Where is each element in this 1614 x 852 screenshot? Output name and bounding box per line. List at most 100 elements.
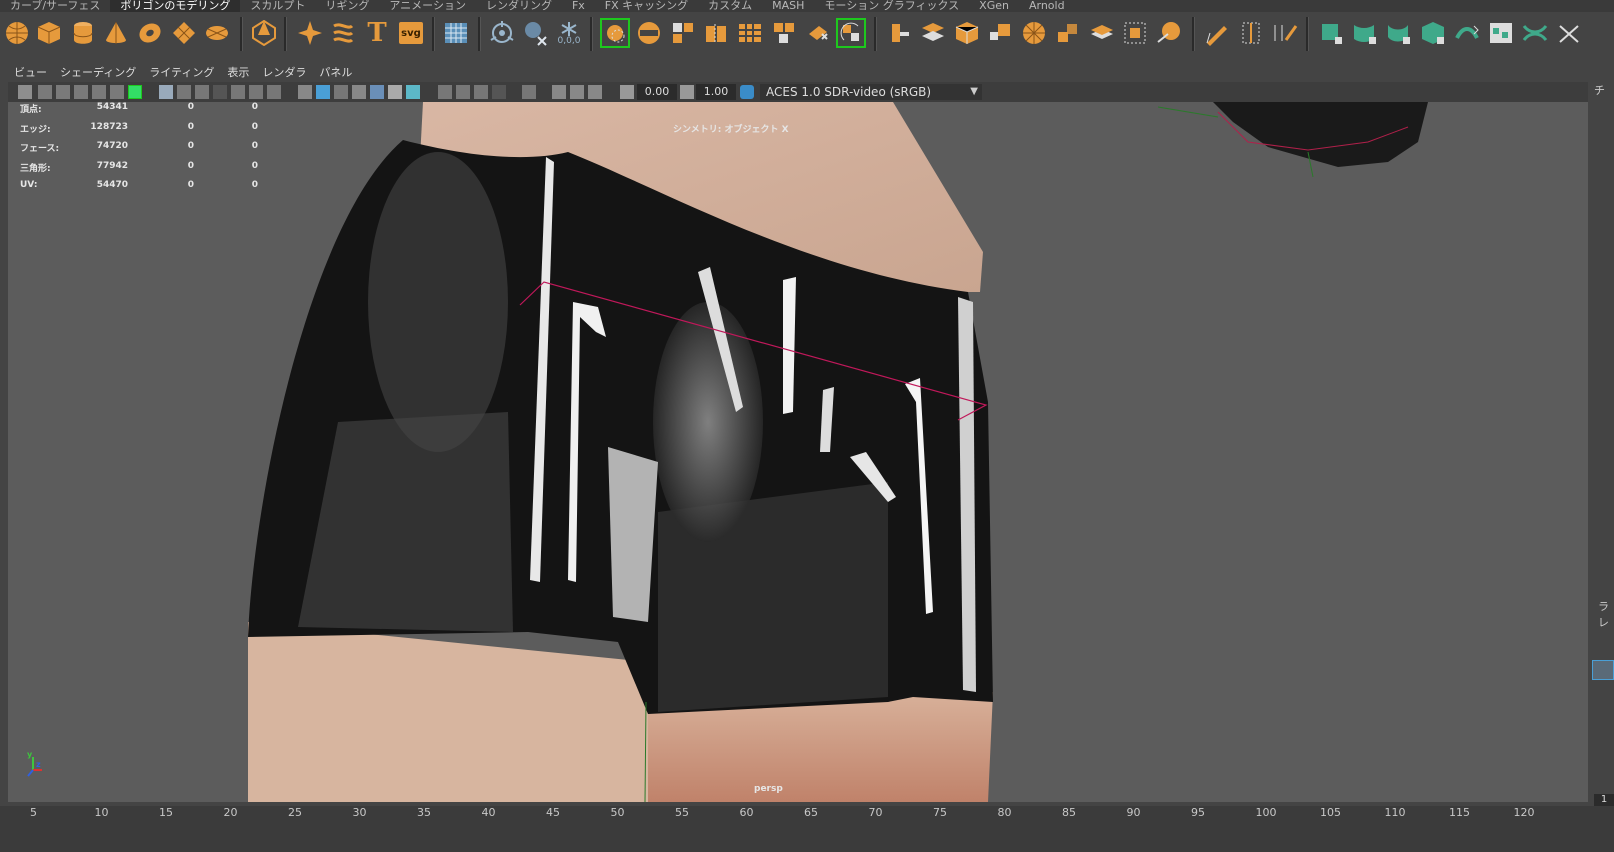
grid-icon[interactable] bbox=[441, 18, 471, 48]
collapse-icon[interactable] bbox=[1053, 18, 1083, 48]
bridge-icon[interactable] bbox=[918, 18, 948, 48]
camera-attributes-icon[interactable] bbox=[38, 85, 52, 99]
shelf-tab[interactable]: リギング bbox=[315, 0, 379, 12]
gamma-field[interactable]: 1.00 bbox=[696, 84, 736, 100]
shelf-tab[interactable]: FX キャッシング bbox=[595, 0, 698, 12]
shelf-tab[interactable]: アニメーション bbox=[379, 0, 476, 12]
safe-title-icon[interactable] bbox=[267, 85, 281, 99]
anti-aliasing-icon[interactable] bbox=[474, 85, 488, 99]
draw-icon[interactable] bbox=[128, 85, 142, 99]
image-plane-icon[interactable] bbox=[74, 85, 88, 99]
plane-icon[interactable] bbox=[169, 18, 199, 48]
panel-menu-item[interactable]: ビュー bbox=[8, 64, 54, 82]
multi-cut-icon[interactable] bbox=[1316, 18, 1346, 48]
shelf-tab[interactable]: レンダリング bbox=[476, 0, 562, 12]
helix-icon[interactable] bbox=[328, 18, 358, 48]
shelf-tab[interactable]: XGen bbox=[969, 0, 1019, 12]
attribute-toggle[interactable] bbox=[1592, 660, 1614, 680]
gate-mask-icon[interactable] bbox=[213, 85, 227, 99]
extract-icon[interactable] bbox=[701, 18, 731, 48]
shelf-tab[interactable]: スカルプト bbox=[240, 0, 315, 12]
uv-planar-icon[interactable] bbox=[1418, 18, 1448, 48]
wedge-icon[interactable] bbox=[1019, 18, 1049, 48]
lights-icon[interactable] bbox=[388, 85, 402, 99]
shelf-tab[interactable]: ポリゴンのモデリング bbox=[110, 0, 241, 12]
cone-icon[interactable] bbox=[101, 18, 131, 48]
xray-active-icon[interactable] bbox=[570, 85, 584, 99]
grease-pencil-icon[interactable] bbox=[110, 85, 124, 99]
panel-menu-item[interactable]: ライティング bbox=[143, 64, 221, 82]
grid-toggle-icon[interactable] bbox=[159, 85, 173, 99]
camera-icon[interactable] bbox=[18, 85, 32, 99]
mirror-icon[interactable] bbox=[769, 18, 799, 48]
star-icon[interactable] bbox=[295, 18, 325, 48]
cleanup-icon[interactable] bbox=[836, 18, 866, 48]
bevel-icon[interactable] bbox=[985, 18, 1015, 48]
uv-cut-icon[interactable] bbox=[1554, 18, 1584, 48]
textured-icon[interactable] bbox=[370, 85, 384, 99]
safe-action-icon[interactable] bbox=[249, 85, 263, 99]
disc-icon[interactable] bbox=[202, 18, 232, 48]
fill-hole-icon[interactable] bbox=[884, 18, 914, 48]
panel-menu-item[interactable]: パネル bbox=[313, 64, 359, 82]
shelf-tab[interactable]: MASH bbox=[762, 0, 814, 12]
sphere-icon[interactable] bbox=[2, 18, 32, 48]
snap-icon[interactable] bbox=[600, 18, 630, 48]
boolean-icon[interactable] bbox=[735, 18, 765, 48]
depth-of-field-icon[interactable] bbox=[492, 85, 506, 99]
text-t-icon[interactable]: T bbox=[362, 18, 392, 48]
wireframe-icon[interactable] bbox=[298, 85, 312, 99]
wireframe-on-shaded-icon[interactable] bbox=[352, 85, 366, 99]
motion-blur-icon[interactable] bbox=[456, 85, 470, 99]
gamma-icon[interactable] bbox=[680, 85, 694, 99]
crease-icon[interactable] bbox=[1154, 18, 1184, 48]
viewport-3d[interactable]: 頂点: 54341 0 0 エッジ: 128723 0 0 フェース: 74720 0 0 三角形: 77… bbox=[8, 102, 1588, 802]
shelf-tab[interactable]: Arnold bbox=[1019, 0, 1075, 12]
panel-menu-item[interactable]: レンダラ bbox=[256, 64, 313, 82]
combine-icon[interactable] bbox=[634, 18, 664, 48]
offset-icon[interactable] bbox=[1087, 18, 1117, 48]
isolate-select-icon[interactable] bbox=[522, 85, 536, 99]
shelf-tab[interactable]: モーション グラフィックス bbox=[814, 0, 969, 12]
cube-icon[interactable] bbox=[34, 18, 64, 48]
shelf-tab[interactable]: Fx bbox=[562, 0, 595, 12]
uv-cylinder-icon[interactable] bbox=[1452, 18, 1482, 48]
xray-icon[interactable] bbox=[552, 85, 566, 99]
smooth-mesh-icon[interactable] bbox=[1202, 18, 1232, 48]
platonic-icon[interactable] bbox=[249, 18, 279, 48]
color-space-dropdown[interactable]: ACES 1.0 SDR-video (sRGB) ▼ bbox=[760, 84, 982, 100]
uv-layout-icon[interactable] bbox=[1520, 18, 1550, 48]
resolution-gate-icon[interactable] bbox=[195, 85, 209, 99]
shelf-tab[interactable]: カスタム bbox=[698, 0, 762, 12]
2d-pan-icon[interactable] bbox=[92, 85, 106, 99]
bookmark-icon[interactable] bbox=[56, 85, 70, 99]
panel-menu-item[interactable]: シェーディング bbox=[54, 64, 143, 82]
shelf-tab[interactable]: カーブ/サーフェス bbox=[0, 0, 110, 12]
append-icon[interactable] bbox=[952, 18, 982, 48]
reduce-icon[interactable] bbox=[803, 18, 833, 48]
snowflake-icon[interactable]: 0,0,0 bbox=[554, 18, 584, 48]
film-gate-icon[interactable] bbox=[177, 85, 191, 99]
screen-space-ao-icon[interactable] bbox=[438, 85, 452, 99]
smooth-shade-icon[interactable] bbox=[316, 85, 330, 99]
pen-icon[interactable] bbox=[1384, 18, 1414, 48]
exposure-icon[interactable] bbox=[620, 85, 634, 99]
exposure-field[interactable]: 0.00 bbox=[637, 84, 677, 100]
cylinder-icon[interactable] bbox=[68, 18, 98, 48]
panel-menu-item[interactable]: 表示 bbox=[221, 64, 256, 82]
field-chart-icon[interactable] bbox=[231, 85, 245, 99]
target-weld-icon[interactable] bbox=[1350, 18, 1380, 48]
insert-loop-icon[interactable] bbox=[1270, 18, 1300, 48]
uv-editor-icon[interactable] bbox=[1486, 18, 1516, 48]
xray-joints-icon[interactable] bbox=[588, 85, 602, 99]
svg-icon[interactable]: svg bbox=[396, 18, 426, 48]
separate-icon[interactable] bbox=[668, 18, 698, 48]
symmetry-icon[interactable] bbox=[487, 18, 517, 48]
color-management-icon[interactable] bbox=[740, 85, 754, 99]
torus-icon[interactable] bbox=[135, 18, 165, 48]
poke-icon[interactable] bbox=[1120, 18, 1150, 48]
smooth-icon[interactable] bbox=[521, 18, 551, 48]
default-material-icon[interactable] bbox=[334, 85, 348, 99]
shadows-icon[interactable] bbox=[406, 85, 420, 99]
connect-icon[interactable] bbox=[1236, 18, 1266, 48]
